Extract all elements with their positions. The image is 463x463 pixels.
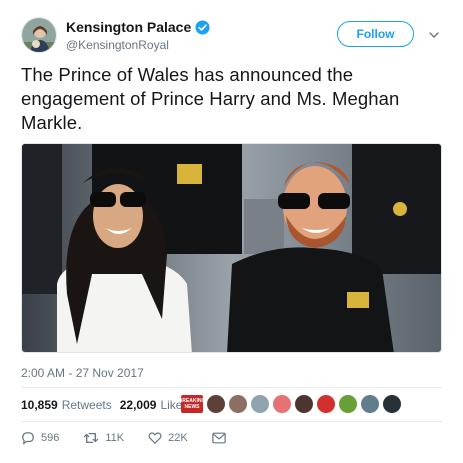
- verified-badge-icon: [195, 19, 210, 35]
- retweet-action[interactable]: 11K: [83, 431, 124, 445]
- tweet-card: Kensington Palace @KensingtonRoyal Follo…: [0, 0, 463, 463]
- liker-avatar[interactable]: [339, 395, 357, 413]
- tweet-actions: 596 11K 22K: [21, 431, 256, 445]
- liker-avatar[interactable]: [273, 395, 291, 413]
- retweets-count: 10,859: [21, 398, 58, 412]
- liker-avatar[interactable]: [383, 395, 401, 413]
- liker-avatar[interactable]: [295, 395, 313, 413]
- author-name-row: Kensington Palace: [66, 19, 210, 35]
- reply-count: 596: [41, 432, 60, 444]
- liker-avatar[interactable]: [317, 395, 335, 413]
- liker-avatar[interactable]: [361, 395, 379, 413]
- like-icon: [148, 432, 162, 444]
- retweets-stat[interactable]: 10,859 Retweets: [21, 398, 112, 412]
- liker-avatar[interactable]: [207, 395, 225, 413]
- message-action[interactable]: [211, 432, 232, 444]
- liker-avatar[interactable]: [229, 395, 247, 413]
- likes-count: 22,009: [119, 398, 157, 412]
- like-count: 22K: [168, 432, 188, 444]
- chevron-down-icon[interactable]: [428, 28, 440, 40]
- avatar[interactable]: [21, 17, 57, 53]
- retweet-icon: [84, 433, 99, 443]
- follow-button[interactable]: Follow: [337, 21, 414, 47]
- retweet-count: 11K: [105, 432, 125, 444]
- tweet-text: The Prince of Wales has announced the en…: [21, 64, 400, 133]
- divider: [21, 387, 442, 388]
- likes-stat[interactable]: 22,009 Likes: [120, 398, 189, 412]
- divider: [21, 421, 442, 422]
- message-icon: [211, 432, 226, 444]
- handle[interactable]: @KensingtonRoyal: [66, 38, 169, 52]
- display-name[interactable]: Kensington Palace: [66, 19, 191, 35]
- like-action[interactable]: 22K: [148, 431, 188, 445]
- reply-action[interactable]: 596: [21, 431, 59, 445]
- reply-icon: [22, 432, 34, 445]
- tweet-timestamp[interactable]: 2:00 AM - 27 Nov 2017: [21, 366, 144, 380]
- liker-avatar[interactable]: [251, 395, 269, 413]
- tweet-stats: 10,859 Retweets 22,009 Likes: [21, 398, 196, 412]
- liker-avatars: BREAKING NEWS: [181, 395, 405, 413]
- tweet-photo[interactable]: [21, 143, 442, 353]
- retweets-label: Retweets: [61, 398, 112, 412]
- liker-avatar[interactable]: BREAKING NEWS: [181, 395, 203, 413]
